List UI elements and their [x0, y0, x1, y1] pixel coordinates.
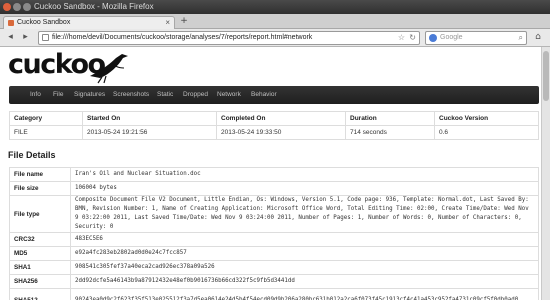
forward-button[interactable]: ▸	[20, 32, 31, 43]
details-value: Iran's Oil and Nuclear Situation.doc	[70, 167, 539, 182]
details-value: 908541c305fef37a40eca2cad926ec378a09a526	[70, 260, 539, 275]
details-row-crc32: CRC32 483EC5E6	[9, 232, 539, 247]
file-details-title: File Details	[8, 150, 56, 160]
details-value: 106004 bytes	[70, 181, 539, 196]
details-value: 90243ea0d9c2f623f35f513e025512f3a7d5ea06…	[70, 288, 539, 300]
report-menu-bar: Info File Signatures Screenshots Static …	[9, 86, 539, 104]
summary-header-started: Started On	[82, 111, 217, 126]
window-titlebar: Cuckoo Sandbox - Mozilla Firefox	[0, 0, 550, 14]
details-key: MD5	[9, 246, 71, 261]
google-icon	[429, 34, 437, 42]
file-details-table: File name Iran's Oil and Nuclear Situati…	[9, 167, 539, 300]
tab-bar: Cuckoo Sandbox × +	[0, 14, 550, 29]
menu-item-signatures[interactable]: Signatures	[74, 86, 105, 104]
bird-logo-icon	[90, 54, 128, 84]
summary-header-row: Category Started On Completed On Duratio…	[9, 111, 539, 126]
menu-item-network[interactable]: Network	[217, 86, 241, 104]
summary-header-duration: Duration	[345, 111, 435, 126]
bookmark-star-icon[interactable]: ☆	[398, 32, 405, 44]
vertical-scrollbar[interactable]	[541, 47, 550, 300]
window-minimize-button[interactable]	[13, 3, 21, 11]
summary-header-completed: Completed On	[216, 111, 346, 126]
menu-item-info[interactable]: Info	[30, 86, 41, 104]
details-key: File type	[9, 195, 71, 233]
summary-header-category: Category	[9, 111, 83, 126]
details-value: e92a4fc283eb2802ad0d0e24c7fcc857	[70, 246, 539, 261]
summary-category: FILE	[9, 125, 83, 140]
details-key: File size	[9, 181, 71, 196]
reload-icon[interactable]: ↻	[409, 32, 416, 44]
details-value: Composite Document File V2 Document, Lit…	[70, 195, 539, 233]
summary-version: 0.6	[434, 125, 539, 140]
tab-label: Cuckoo Sandbox	[17, 19, 71, 26]
details-value: 2dd92dcfe5a46143b9a87912432e48ef0b901673…	[70, 274, 539, 289]
page-icon	[42, 34, 49, 41]
details-row-sha1: SHA1 908541c305fef37a40eca2cad926ec378a0…	[9, 260, 539, 275]
details-row-md5: MD5 e92a4fc283eb2802ad0d0e24c7fcc857	[9, 246, 539, 261]
window-title: Cuckoo Sandbox - Mozilla Firefox	[34, 2, 154, 11]
summary-header-version: Cuckoo Version	[434, 111, 539, 126]
menu-item-screenshots[interactable]: Screenshots	[113, 86, 149, 104]
browser-tab[interactable]: Cuckoo Sandbox ×	[3, 16, 175, 29]
search-icon[interactable]: ⌕	[519, 32, 523, 44]
details-key: File name	[9, 167, 71, 182]
scrollbar-thumb[interactable]	[543, 51, 549, 101]
page-content: cuckoo Info File Signatures Screenshots …	[0, 47, 541, 300]
window-close-button[interactable]	[3, 3, 11, 11]
tab-close-icon[interactable]: ×	[165, 17, 170, 29]
search-placeholder: Google	[440, 34, 463, 41]
home-button[interactable]: ⌂	[532, 32, 544, 43]
menu-item-behavior[interactable]: Behavior	[251, 86, 277, 104]
summary-started: 2013-05-24 19:21:56	[82, 125, 217, 140]
details-value: 483EC5E6	[70, 232, 539, 247]
url-bar[interactable]: file:///home/devil/Documents/cuckoo/stor…	[38, 31, 420, 45]
favicon-icon	[8, 20, 14, 26]
url-text[interactable]: file:///home/devil/Documents/cuckoo/stor…	[52, 32, 312, 44]
back-button[interactable]: ◂	[5, 32, 16, 43]
summary-completed: 2013-05-24 19:33:50	[216, 125, 346, 140]
summary-row: FILE 2013-05-24 19:21:56 2013-05-24 19:3…	[9, 125, 539, 140]
details-row-sha256: SHA256 2dd92dcfe5a46143b9a87912432e48ef0…	[9, 274, 539, 289]
details-row-sha512: SHA512 90243ea0d9c2f623f35f513e025512f3a…	[9, 288, 539, 300]
details-key: CRC32	[9, 232, 71, 247]
details-key: SHA512	[9, 288, 71, 300]
new-tab-button[interactable]: +	[178, 16, 190, 27]
menu-item-dropped[interactable]: Dropped	[183, 86, 208, 104]
summary-duration: 714 seconds	[345, 125, 435, 140]
details-row-filetype: File type Composite Document File V2 Doc…	[9, 195, 539, 233]
menu-item-file[interactable]: File	[53, 86, 63, 104]
navigation-toolbar: ◂ ▸ file:///home/devil/Documents/cuckoo/…	[0, 29, 550, 47]
search-input[interactable]: Google ⌕	[425, 31, 527, 45]
window-maximize-button[interactable]	[23, 3, 31, 11]
details-key: SHA256	[9, 274, 71, 289]
summary-table: Category Started On Completed On Duratio…	[9, 111, 539, 140]
menu-item-static[interactable]: Static	[157, 86, 173, 104]
details-row-filename: File name Iran's Oil and Nuclear Situati…	[9, 167, 539, 182]
details-key: SHA1	[9, 260, 71, 275]
details-row-filesize: File size 106004 bytes	[9, 181, 539, 196]
